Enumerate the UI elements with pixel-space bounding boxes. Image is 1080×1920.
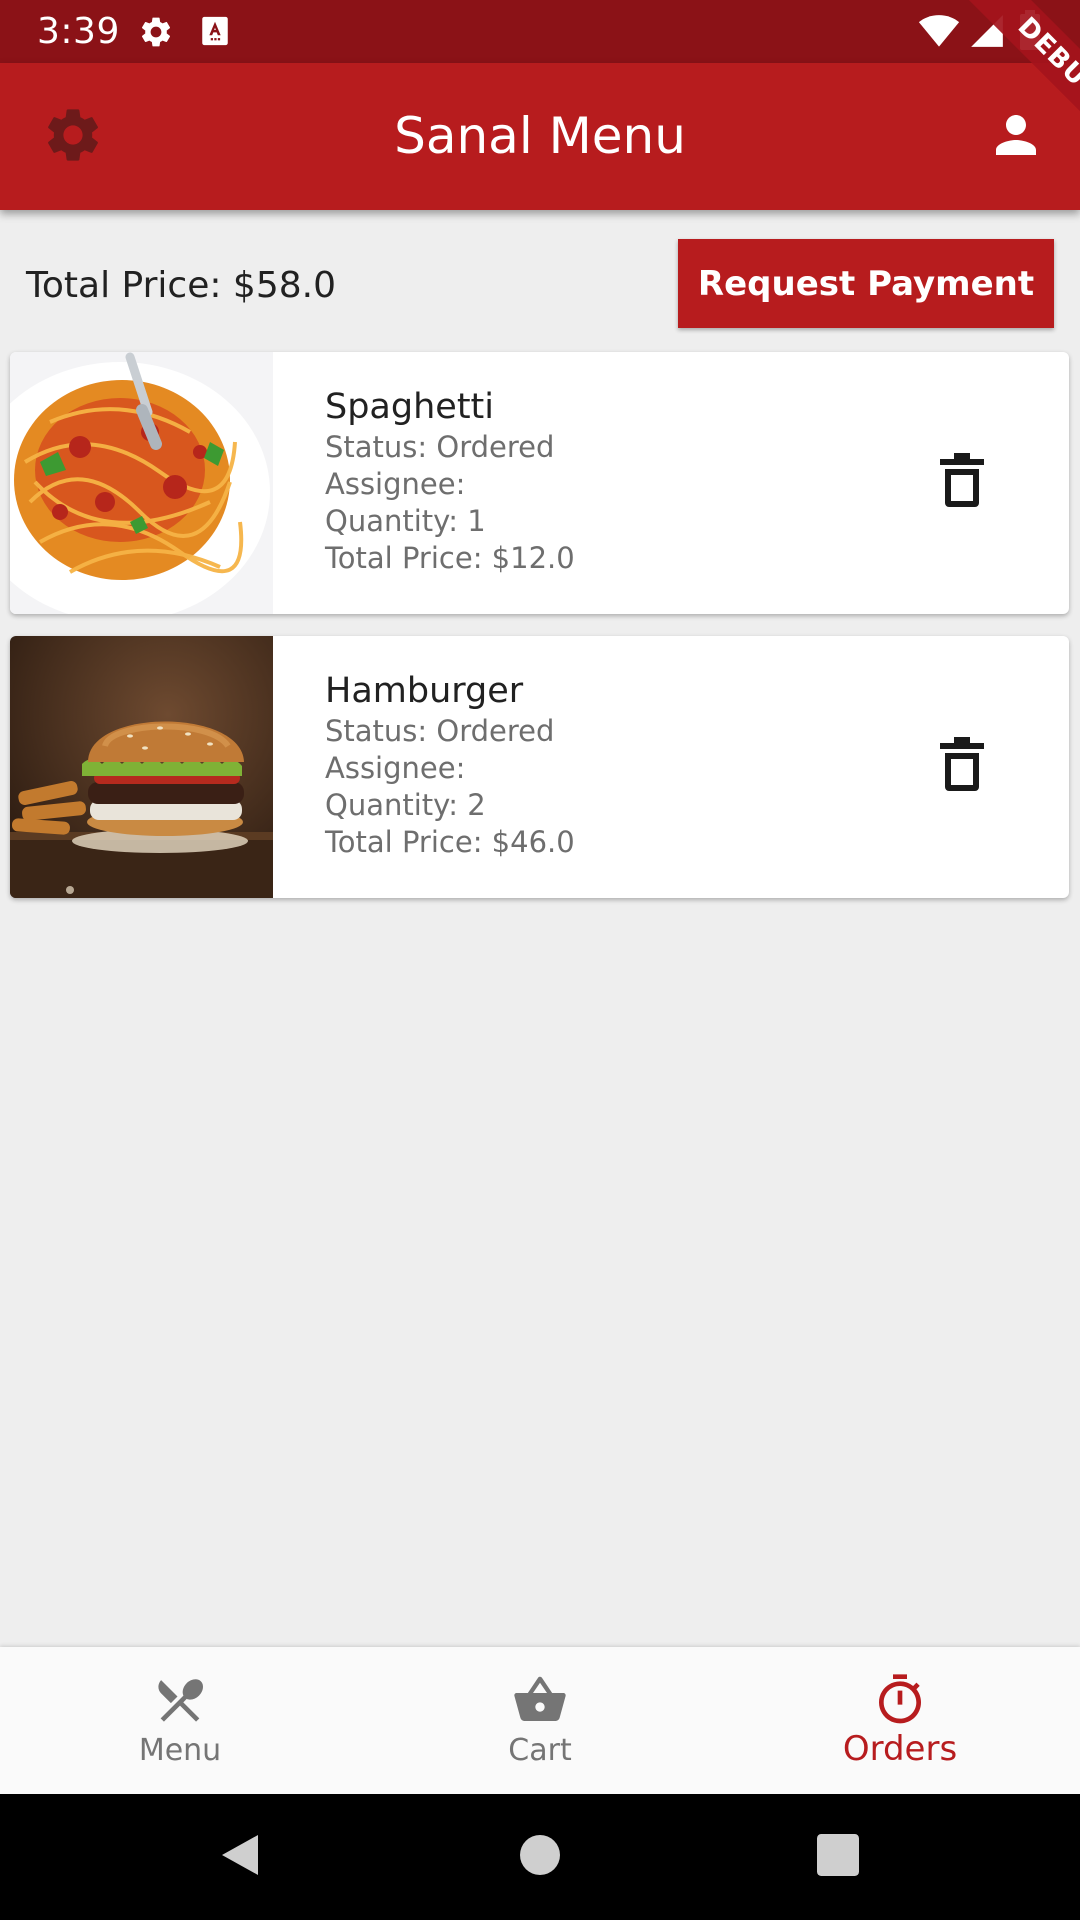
profile-button[interactable] [966, 87, 1066, 187]
wifi-icon [918, 12, 960, 53]
text-a-icon [198, 14, 232, 53]
system-recents-button[interactable] [808, 1827, 868, 1887]
hamburger-photo [10, 636, 273, 898]
spaghetti-photo [10, 352, 273, 614]
timer-icon [872, 1672, 928, 1728]
order-card: Spaghetti Status: Ordered Assignee: Quan… [10, 352, 1069, 614]
order-info: Spaghetti Status: Ordered Assignee: Quan… [325, 385, 885, 577]
recents-icon [817, 1833, 859, 1881]
fork-knife-icon [152, 1672, 208, 1728]
item-total-price: Total Price: $12.0 [325, 541, 575, 575]
trash-icon [936, 452, 988, 514]
order-card: Hamburger Status: Ordered Assignee: Quan… [10, 636, 1069, 898]
item-name: Hamburger [325, 671, 524, 711]
delete-order-button[interactable] [922, 443, 1002, 523]
page-title: Sanal Menu [394, 107, 686, 165]
nav-label: Cart [508, 1733, 572, 1768]
trash-icon [936, 736, 988, 798]
order-info: Hamburger Status: Ordered Assignee: Quan… [325, 669, 885, 861]
request-payment-button[interactable]: Request Payment [678, 239, 1054, 328]
settings-icon [138, 14, 174, 55]
nav-item-orders[interactable]: Orders [720, 1647, 1080, 1794]
total-price: Total Price: $58.0 [26, 265, 336, 306]
item-name: Spaghetti [325, 387, 494, 427]
battery-icon [1018, 10, 1042, 55]
back-icon [218, 1831, 262, 1884]
status-bar: 3:39 [0, 0, 1080, 63]
item-status: Status: Ordered [325, 430, 555, 464]
nav-label: Menu [138, 1733, 222, 1768]
item-quantity: Quantity: 2 [325, 788, 486, 822]
system-home-button[interactable] [510, 1827, 570, 1887]
item-total-price: Total Price: $46.0 [325, 825, 575, 859]
system-back-button[interactable] [210, 1827, 270, 1887]
app-bar: Sanal Menu [0, 63, 1080, 210]
nav-label: Orders [842, 1729, 958, 1769]
delete-order-button[interactable] [922, 727, 1002, 807]
signal-icon [968, 12, 1006, 55]
status-time: 3:39 [37, 11, 120, 52]
item-quantity: Quantity: 1 [325, 504, 486, 538]
nav-item-menu[interactable]: Menu [0, 1647, 360, 1794]
item-assignee: Assignee: [325, 751, 466, 785]
home-icon [520, 1834, 560, 1880]
item-status: Status: Ordered [325, 714, 555, 748]
system-navigation-bar [0, 1794, 1080, 1920]
basket-icon [512, 1672, 568, 1728]
person-icon [986, 105, 1046, 170]
bottom-navigation: Menu Cart Orders [0, 1647, 1080, 1794]
item-assignee: Assignee: [325, 467, 466, 501]
nav-item-cart[interactable]: Cart [360, 1647, 720, 1794]
